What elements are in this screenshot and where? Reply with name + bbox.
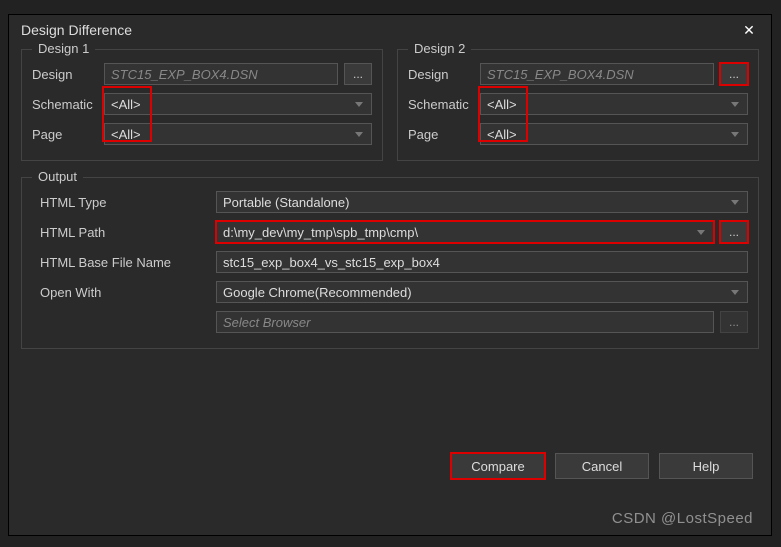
design1-schematic-label: Schematic	[32, 97, 104, 112]
design2-legend: Design 2	[408, 41, 471, 56]
html-path-browse-button[interactable]: ...	[720, 221, 748, 243]
close-icon[interactable]: ✕	[739, 20, 759, 40]
cancel-button[interactable]: Cancel	[555, 453, 649, 479]
html-type-value: Portable (Standalone)	[223, 195, 349, 210]
design2-schematic-label: Schematic	[408, 97, 480, 112]
design-difference-dialog: Design Difference ✕ Design 1 Design STC1…	[8, 14, 772, 536]
design2-schematic-value: <All>	[487, 97, 517, 112]
open-with-dropdown[interactable]: Google Chrome(Recommended)	[216, 281, 748, 303]
watermark: CSDN @LostSpeed	[612, 510, 753, 527]
design1-page-label: Page	[32, 127, 104, 142]
design1-page-value: <All>	[111, 127, 141, 142]
design1-schematic-dropdown[interactable]: <All>	[104, 93, 372, 115]
design1-group: Design 1 Design STC15_EXP_BOX4.DSN ... S…	[21, 49, 383, 161]
html-path-label: HTML Path	[40, 225, 216, 240]
design2-design-field[interactable]: STC15_EXP_BOX4.DSN	[480, 63, 714, 85]
design2-page-dropdown[interactable]: <All>	[480, 123, 748, 145]
output-legend: Output	[32, 169, 83, 184]
output-group: Output HTML Type Portable (Standalone) H…	[21, 177, 759, 349]
titlebar: Design Difference ✕	[9, 15, 771, 45]
html-type-label: HTML Type	[40, 195, 216, 210]
design1-schematic-value: <All>	[111, 97, 141, 112]
html-base-label: HTML Base File Name	[40, 255, 216, 270]
design2-page-value: <All>	[487, 127, 517, 142]
dialog-title: Design Difference	[21, 22, 739, 38]
design1-page-dropdown[interactable]: <All>	[104, 123, 372, 145]
html-path-dropdown[interactable]: d:\my_dev\my_tmp\spb_tmp\cmp\	[216, 221, 714, 243]
help-button[interactable]: Help	[659, 453, 753, 479]
design2-group: Design 2 Design STC15_EXP_BOX4.DSN ... S…	[397, 49, 759, 161]
design1-browse-button[interactable]: ...	[344, 63, 372, 85]
design1-design-field[interactable]: STC15_EXP_BOX4.DSN	[104, 63, 338, 85]
open-with-value: Google Chrome(Recommended)	[223, 285, 412, 300]
html-path-value: d:\my_dev\my_tmp\spb_tmp\cmp\	[223, 225, 418, 240]
design2-browse-button[interactable]: ...	[720, 63, 748, 85]
compare-button[interactable]: Compare	[451, 453, 545, 479]
html-base-field[interactable]: stc15_exp_box4_vs_stc15_exp_box4	[216, 251, 748, 273]
design2-design-label: Design	[408, 67, 480, 82]
design1-design-label: Design	[32, 67, 104, 82]
select-browser-field[interactable]: Select Browser	[216, 311, 714, 333]
button-row: Compare Cancel Help	[9, 441, 771, 479]
design2-schematic-dropdown[interactable]: <All>	[480, 93, 748, 115]
select-browser-browse-button[interactable]: ...	[720, 311, 748, 333]
html-type-dropdown[interactable]: Portable (Standalone)	[216, 191, 748, 213]
open-with-label: Open With	[40, 285, 216, 300]
design1-legend: Design 1	[32, 41, 95, 56]
dialog-content: Design 1 Design STC15_EXP_BOX4.DSN ... S…	[9, 45, 771, 361]
design2-page-label: Page	[408, 127, 480, 142]
